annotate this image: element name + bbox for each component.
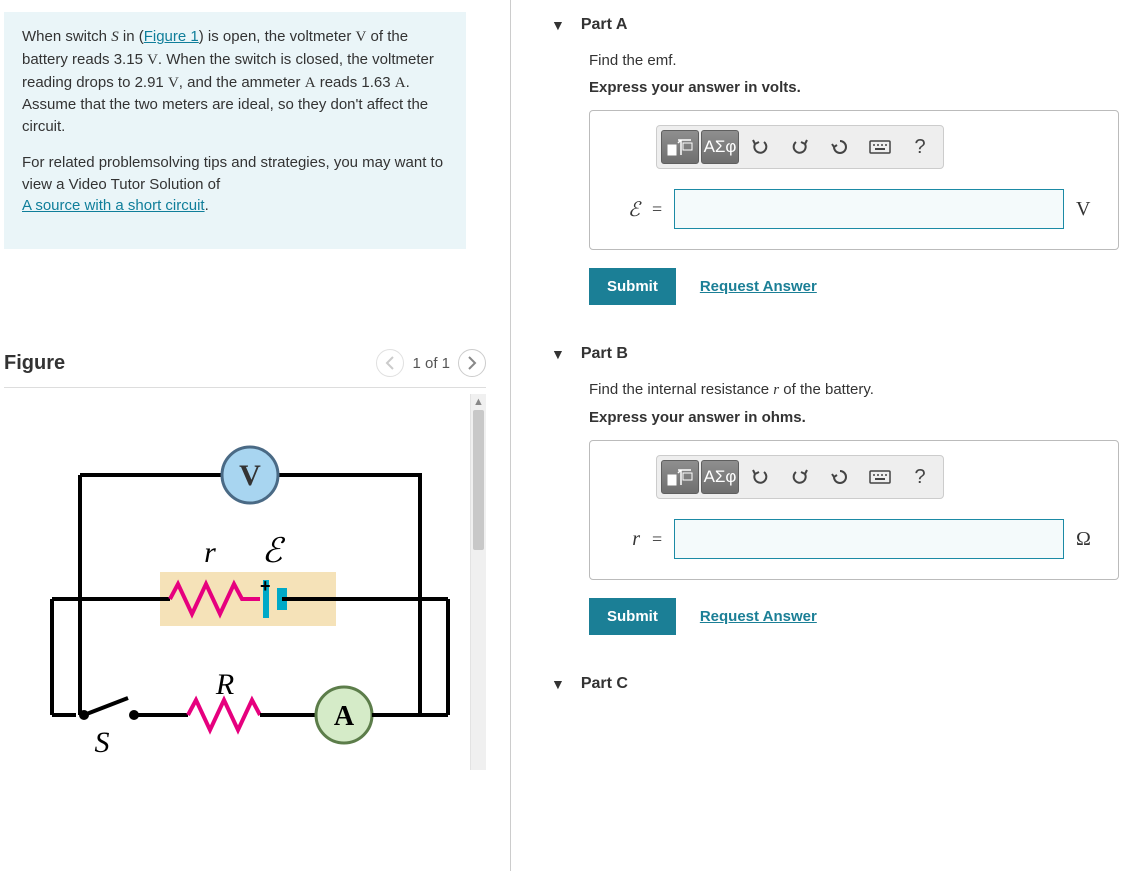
chevron-left-icon	[385, 356, 395, 370]
scroll-thumb[interactable]	[473, 410, 484, 550]
part-b-input[interactable]	[674, 519, 1064, 559]
figure-counter: 1 of 1	[412, 355, 450, 372]
reset-icon	[831, 468, 849, 486]
chevron-down-icon: ▼	[551, 17, 565, 33]
problem-paragraph-1: When switch S in (Figure 1) is open, the…	[22, 26, 450, 138]
switch-symbol: S	[111, 29, 119, 45]
chevron-down-icon: ▼	[551, 346, 565, 362]
part-b-express: Express your answer in ohms.	[589, 409, 1119, 426]
redo-button[interactable]	[781, 130, 819, 164]
figure-link[interactable]: Figure 1	[144, 28, 199, 45]
figure-next-button[interactable]	[458, 349, 486, 377]
video-tutor-link[interactable]: A source with a short circuit	[22, 197, 205, 214]
part-a-title: Part A	[581, 16, 628, 34]
templates-button[interactable]	[661, 460, 699, 494]
keyboard-icon	[869, 470, 891, 484]
r-label: r	[204, 536, 216, 569]
equation-toolbar: ΑΣφ ?	[656, 455, 944, 499]
undo-icon	[751, 468, 769, 486]
figure-section: Figure 1 of 1	[0, 349, 496, 770]
part-a-var: ℰ	[608, 197, 640, 222]
redo-icon	[791, 138, 809, 156]
equation-toolbar: ΑΣφ ?	[656, 125, 944, 169]
part-b-prompt: Find the internal resistance r of the ba…	[589, 381, 1119, 399]
voltmeter-label: V	[239, 459, 261, 492]
part-a-input[interactable]	[674, 189, 1064, 229]
part-b-answer-box: ΑΣφ ?	[589, 440, 1119, 580]
left-column: When switch S in (Figure 1) is open, the…	[0, 0, 510, 871]
redo-icon	[791, 468, 809, 486]
text: For related problemsolving tips and stra…	[22, 154, 443, 193]
part-b-unit: Ω	[1076, 528, 1100, 551]
figure-scrollbar[interactable]: ▲	[470, 394, 486, 770]
reset-icon	[831, 138, 849, 156]
problem-paragraph-2: For related problemsolving tips and stra…	[22, 152, 450, 217]
keyboard-icon	[869, 140, 891, 154]
text: Find the internal resistance	[589, 381, 773, 398]
equals-sign: =	[652, 529, 662, 550]
part-b: ▼ Part B Find the internal resistance r …	[511, 329, 1131, 659]
chevron-right-icon	[467, 356, 477, 370]
undo-button[interactable]	[741, 460, 779, 494]
template-icon	[667, 137, 693, 157]
part-a-answer-box: ΑΣφ ?	[589, 110, 1119, 250]
greek-button[interactable]: ΑΣφ	[701, 130, 739, 164]
scroll-up-icon: ▲	[471, 394, 486, 410]
ammeter-label: A	[334, 701, 355, 732]
text: in (	[119, 28, 144, 45]
circuit-diagram: V + r ℰ	[4, 394, 470, 760]
figure-prev-button[interactable]	[376, 349, 404, 377]
unit-amps: A	[395, 75, 406, 91]
template-icon	[667, 467, 693, 487]
part-c-title: Part C	[581, 675, 628, 693]
text: When switch	[22, 28, 111, 45]
keyboard-button[interactable]	[861, 130, 899, 164]
ammeter-symbol: A	[305, 75, 316, 91]
part-c-header[interactable]: ▼ Part C	[511, 669, 1131, 711]
reset-button[interactable]	[821, 460, 859, 494]
part-a-unit: V	[1076, 198, 1100, 221]
part-b-title: Part B	[581, 345, 628, 363]
emf-label: ℰ	[262, 533, 286, 570]
part-a-request-answer-link[interactable]: Request Answer	[700, 278, 817, 295]
unit-volts: V	[147, 52, 158, 68]
help-button[interactable]: ?	[901, 130, 939, 164]
problem-statement: When switch S in (Figure 1) is open, the…	[4, 12, 466, 249]
part-b-var: r	[608, 528, 640, 551]
text: , and the ammeter	[179, 74, 305, 91]
help-button[interactable]: ?	[901, 460, 939, 494]
figure-title: Figure	[4, 352, 65, 375]
part-c: ▼ Part C	[511, 659, 1131, 711]
part-a-prompt: Find the emf.	[589, 52, 1119, 69]
templates-button[interactable]	[661, 130, 699, 164]
equals-sign: =	[652, 199, 662, 220]
part-a-submit-button[interactable]: Submit	[589, 268, 676, 305]
text: ) is open, the voltmeter	[199, 28, 356, 45]
part-a-express: Express your answer in volts.	[589, 79, 1119, 96]
undo-button[interactable]	[741, 130, 779, 164]
part-a-header[interactable]: ▼ Part A	[511, 10, 1131, 52]
text: .	[205, 197, 209, 214]
part-a: ▼ Part A Find the emf. Express your answ…	[511, 0, 1131, 329]
reset-button[interactable]	[821, 130, 859, 164]
switch-label: S	[95, 726, 110, 759]
voltmeter-symbol: V	[356, 29, 367, 45]
redo-button[interactable]	[781, 460, 819, 494]
part-b-header[interactable]: ▼ Part B	[511, 339, 1131, 381]
unit-volts: V	[168, 75, 179, 91]
svg-text:+: +	[260, 576, 271, 596]
figure-nav: 1 of 1	[376, 349, 486, 377]
divider	[4, 387, 486, 388]
text: of the battery.	[779, 381, 874, 398]
right-column: ▼ Part A Find the emf. Express your answ…	[510, 0, 1131, 871]
keyboard-button[interactable]	[861, 460, 899, 494]
part-b-request-answer-link[interactable]: Request Answer	[700, 608, 817, 625]
undo-icon	[751, 138, 769, 156]
chevron-down-icon: ▼	[551, 676, 565, 692]
part-b-submit-button[interactable]: Submit	[589, 598, 676, 635]
greek-button[interactable]: ΑΣφ	[701, 460, 739, 494]
R-label: R	[215, 668, 234, 701]
text: reads 1.63	[316, 74, 395, 91]
